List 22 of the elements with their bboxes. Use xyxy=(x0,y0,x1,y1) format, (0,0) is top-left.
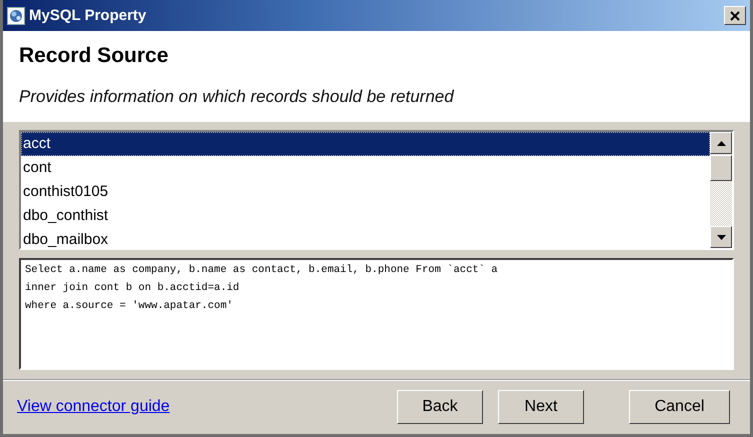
app-icon xyxy=(7,6,25,24)
scroll-thumb[interactable] xyxy=(710,155,732,181)
table-list-item[interactable]: dbo_mailbox xyxy=(21,228,710,248)
query-field[interactable]: Select a.name as company, b.name as contact, b.email, b.phone From `acct` a inner join cont b on b.acctid=a.id where a.source = 'www.apatar.com' xyxy=(19,258,734,370)
table-list-item[interactable]: dbo_conthist xyxy=(21,204,710,228)
scrollbar[interactable] xyxy=(710,132,732,248)
close-button[interactable] xyxy=(724,6,746,25)
close-icon xyxy=(730,10,740,20)
window-title: MySQL Property xyxy=(29,7,148,24)
scroll-down-button[interactable] xyxy=(710,226,732,248)
up-arrow-icon xyxy=(716,140,726,146)
table-list-item[interactable]: conthist0105 xyxy=(21,180,710,204)
table-list-item[interactable]: acct xyxy=(21,132,710,156)
dialog-button[interactable]: Next xyxy=(498,390,584,424)
dialog-button[interactable]: Back xyxy=(397,390,483,424)
dialog-button[interactable]: Cancel xyxy=(629,390,730,424)
scroll-up-button[interactable] xyxy=(710,132,732,154)
table-list-item[interactable]: cont xyxy=(21,156,710,180)
connector-guide-link[interactable]: View connector guide xyxy=(17,398,397,416)
page-title: Record Source xyxy=(19,43,170,68)
page-subtitle: Provides information on which records should be returned xyxy=(19,87,456,107)
down-arrow-icon xyxy=(716,234,726,240)
